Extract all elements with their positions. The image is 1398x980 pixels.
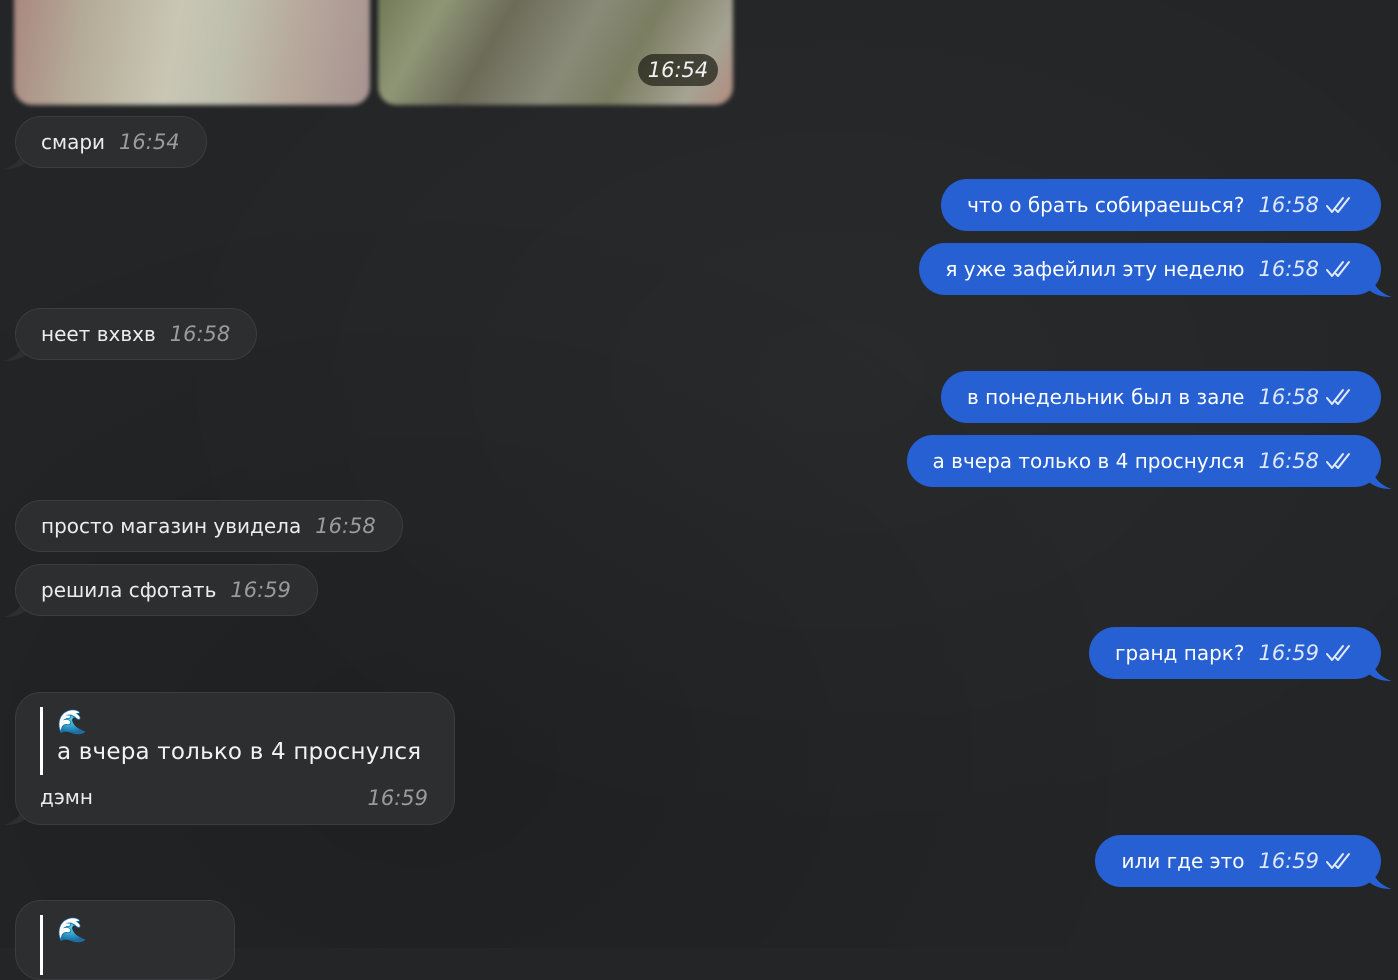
message-time: 16:59 xyxy=(1258,641,1319,665)
message-text: или где это xyxy=(1121,849,1245,873)
message-text: просто магазин увидела xyxy=(41,514,302,538)
message-time: 16:58 xyxy=(315,514,376,538)
double-check-icon xyxy=(1326,261,1350,277)
message-out[interactable]: что о брать собираешься? 16:58 xyxy=(941,179,1381,231)
double-check-icon xyxy=(1326,645,1350,661)
double-check-icon xyxy=(1326,197,1350,213)
message-time: 16:59 xyxy=(1258,849,1319,873)
reply-quote[interactable]: 🌊 а вчера только в 4 проснулся xyxy=(40,707,421,775)
double-check-icon xyxy=(1326,453,1350,469)
message-text: я уже зафейлил эту неделю xyxy=(945,257,1245,281)
message-out[interactable]: гранд парк? 16:59 xyxy=(1089,627,1381,679)
message-time: 16:54 xyxy=(119,130,180,154)
message-time: 16:58 xyxy=(169,322,231,346)
message-text: смари xyxy=(41,130,106,154)
message-out[interactable]: я уже зафейлил эту неделю 16:58 xyxy=(919,243,1381,295)
reply-quote[interactable]: 🌊 xyxy=(40,915,87,975)
message-in[interactable]: смари 16:54 xyxy=(15,116,207,168)
double-check-icon xyxy=(1326,853,1350,869)
message-time: 16:59 xyxy=(367,786,428,810)
photo-thumbnail-1[interactable] xyxy=(14,0,370,105)
message-text: дэмн xyxy=(40,785,93,809)
message-out[interactable]: или где это 16:59 xyxy=(1095,835,1381,887)
message-time: 16:58 xyxy=(1258,193,1319,217)
wave-emoji-icon: 🌊 xyxy=(57,708,87,736)
message-text: что о брать собираешься? xyxy=(967,193,1245,217)
wave-emoji-icon: 🌊 xyxy=(57,916,87,944)
photo-timestamp: 16:54 xyxy=(638,54,718,86)
message-text: неет вхвхв xyxy=(41,322,156,346)
photo-thumbnail-2[interactable] xyxy=(378,0,733,105)
message-in[interactable]: решила сфотать 16:59 xyxy=(15,564,318,616)
message-text: а вчера только в 4 проснулся xyxy=(932,449,1245,473)
message-in[interactable]: неет вхвхв 16:58 xyxy=(15,308,258,360)
message-out[interactable]: а вчера только в 4 проснулся 16:58 xyxy=(906,435,1381,487)
message-text: гранд парк? xyxy=(1115,641,1245,665)
message-in-reply[interactable]: 🌊 xyxy=(15,900,235,980)
message-text: в понедельник был в зале xyxy=(967,385,1245,409)
message-time: 16:58 xyxy=(1258,257,1319,281)
message-time: 16:58 xyxy=(1258,449,1319,473)
message-time: 16:58 xyxy=(1258,385,1319,409)
message-in-reply[interactable]: 🌊 а вчера только в 4 проснулся дэмн 16:5… xyxy=(15,692,455,825)
message-out[interactable]: в понедельник был в зале 16:58 xyxy=(941,371,1381,423)
message-time: 16:59 xyxy=(230,578,291,602)
quoted-text: а вчера только в 4 проснулся xyxy=(57,739,422,765)
message-in[interactable]: просто магазин увидела 16:58 xyxy=(15,500,403,552)
double-check-icon xyxy=(1326,389,1350,405)
message-text: решила сфотать xyxy=(41,578,217,602)
